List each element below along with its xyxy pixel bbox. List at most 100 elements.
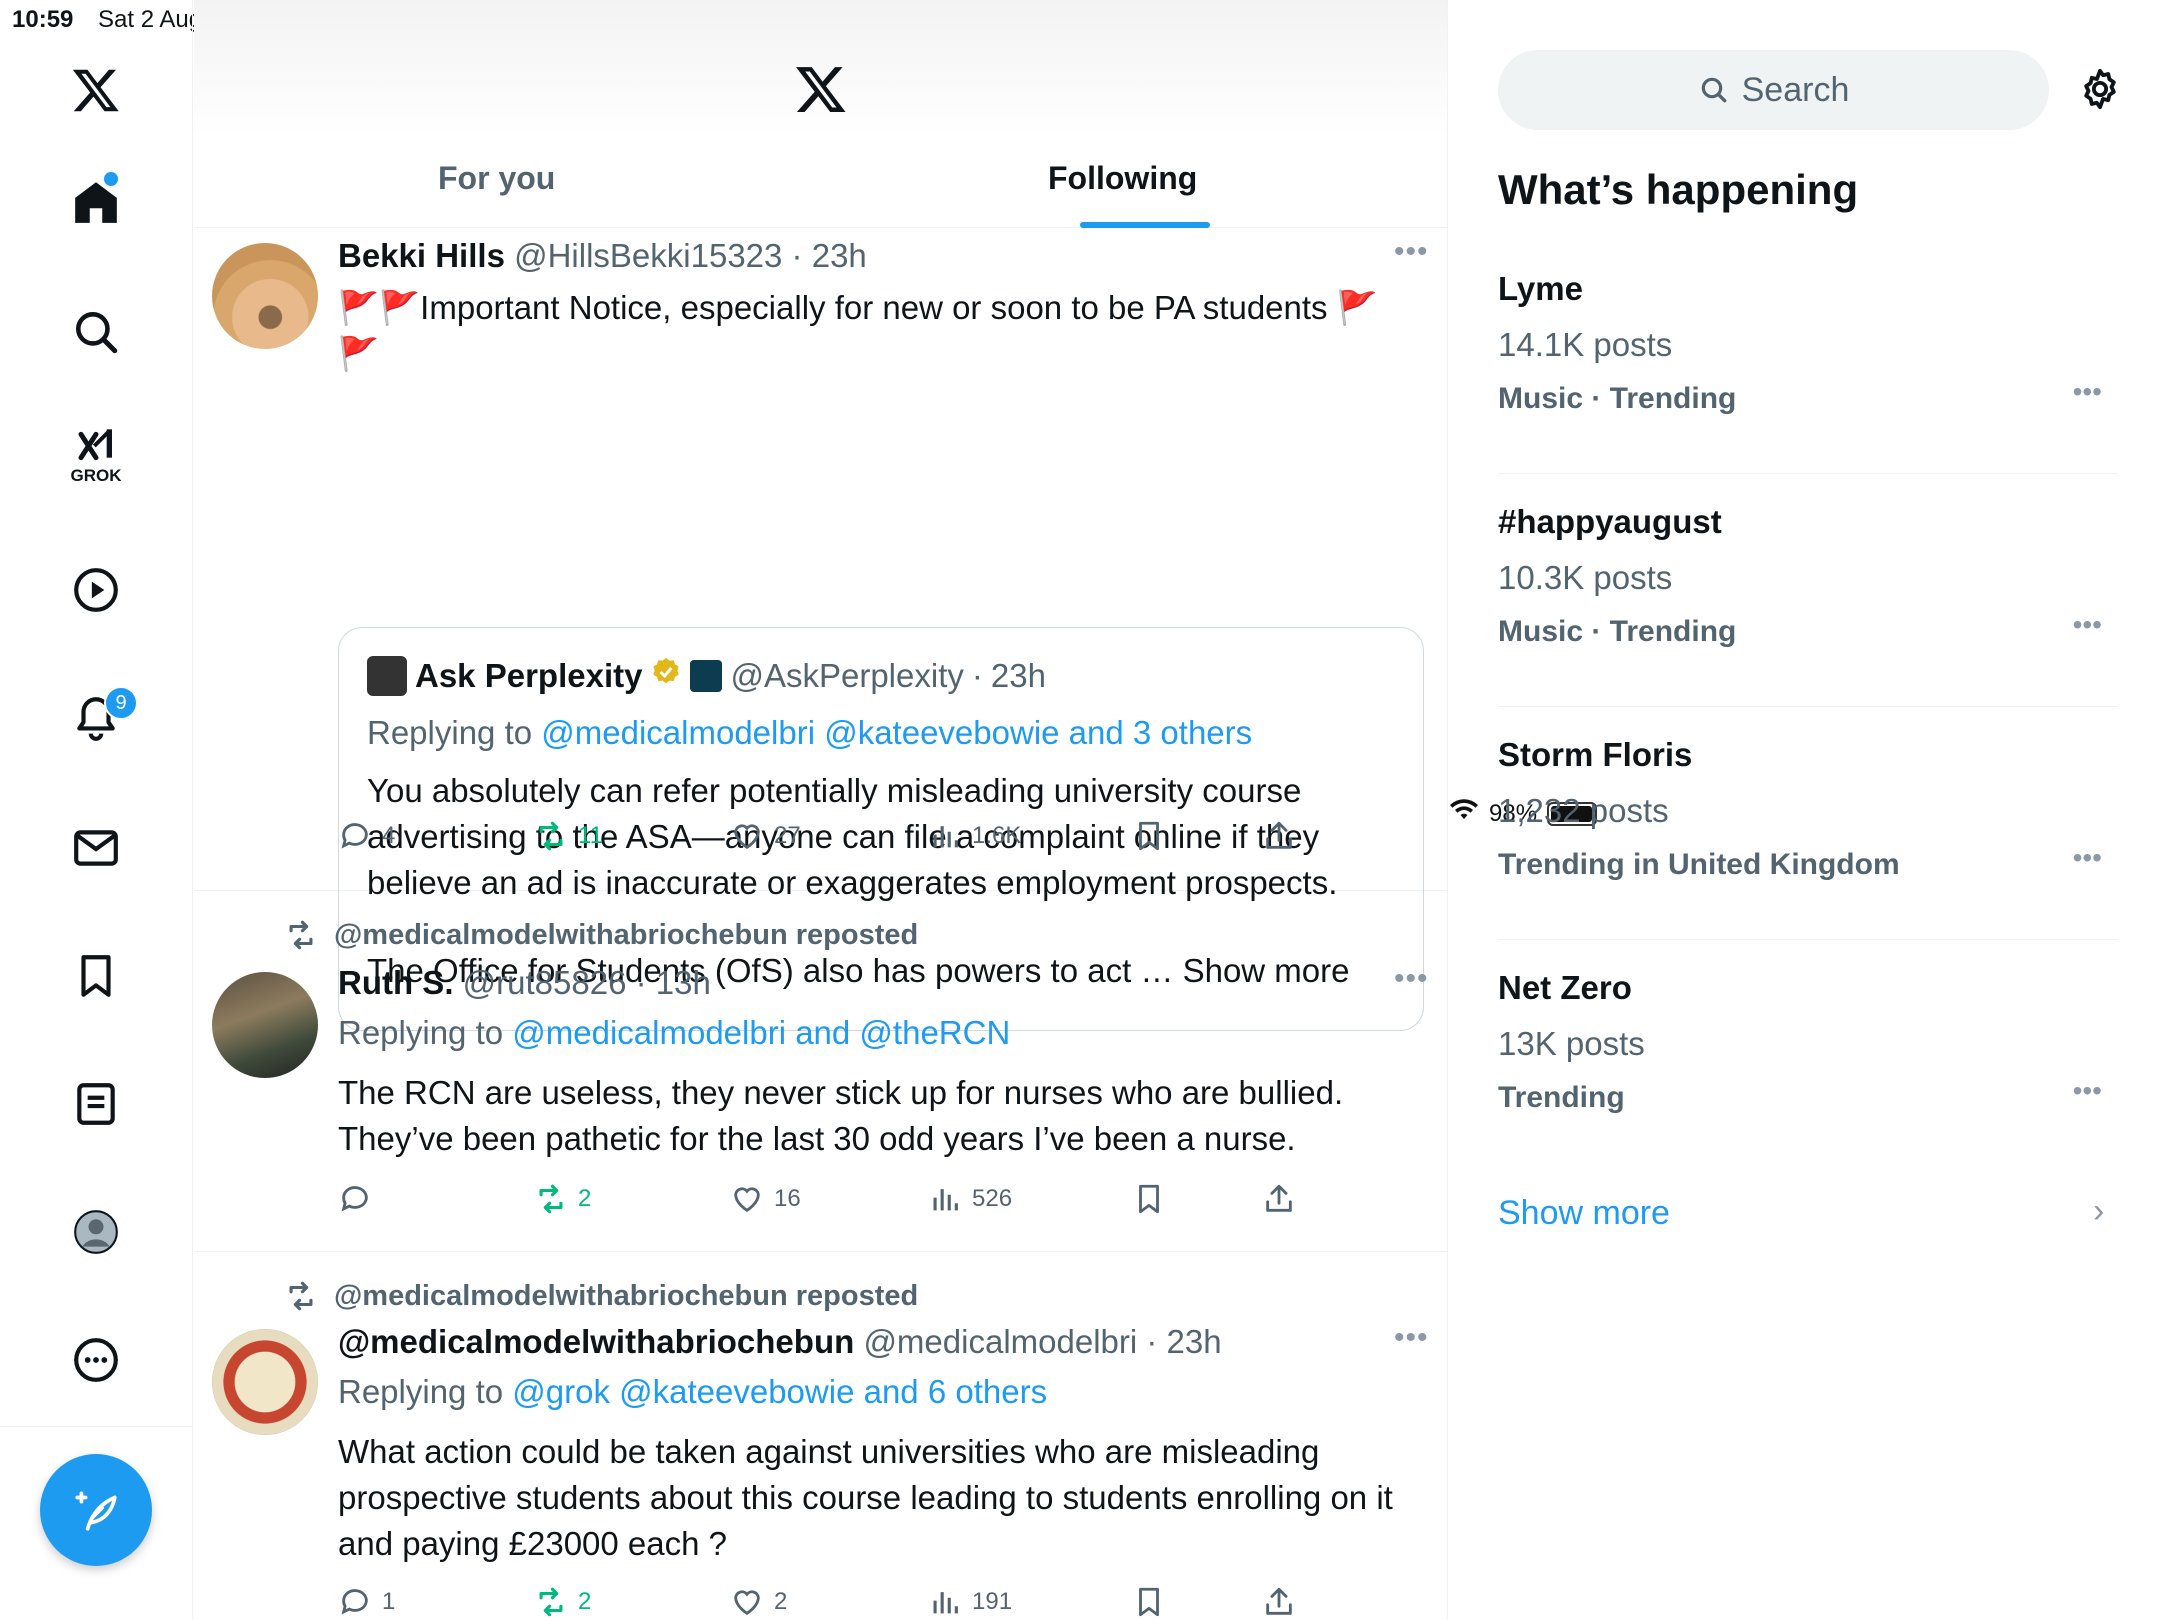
trend-item[interactable]: Net Zero 13K posts Trending •••: [1498, 941, 2118, 1173]
repost-icon: [539, 821, 563, 851]
reply-button[interactable]: 4: [338, 819, 395, 853]
trend-more-icon[interactable]: •••: [2073, 609, 2102, 641]
notifications-bell-icon[interactable]: 9: [60, 682, 138, 754]
tab-following[interactable]: Following: [1048, 160, 1197, 197]
trend-item[interactable]: Storm Floris 1,232 posts Trending in Uni…: [1498, 708, 2118, 940]
grok-label: GROK: [70, 466, 122, 485]
share-button[interactable]: [1262, 819, 1296, 853]
post[interactable]: Bekki Hills @HillsBekki15323 · 23h ••• 🚩…: [194, 229, 1447, 1031]
reply-button[interactable]: [338, 1182, 382, 1216]
replying-links[interactable]: @medicalmodelbri and @theRCN: [512, 1014, 1010, 1051]
compose-post-button[interactable]: [40, 1454, 152, 1566]
author-handle[interactable]: @HillsBekki15323: [514, 237, 782, 274]
replying-links[interactable]: @grok @kateevebowie and 6 others: [512, 1373, 1047, 1410]
trend-item[interactable]: Lyme 14.1K posts Music · Trending •••: [1498, 242, 2118, 474]
bookmark-button[interactable]: [1132, 1182, 1166, 1216]
repost-icon: [539, 1587, 563, 1617]
notifications-badge: 9: [104, 686, 138, 720]
avatar[interactable]: [212, 1329, 318, 1435]
repost-button[interactable]: 11: [534, 819, 603, 853]
quote-avatar[interactable]: [367, 656, 407, 696]
author-handle[interactable]: @rut85826: [463, 964, 627, 1001]
messages-envelope-icon[interactable]: [60, 812, 132, 884]
quote-replying-links[interactable]: @medicalmodelbri @kateevebowie and 3 oth…: [541, 714, 1252, 751]
author-handle[interactable]: @medicalmodelbri: [863, 1323, 1137, 1360]
trend-name: #happyaugust: [1498, 503, 1722, 540]
trend-item[interactable]: #happyaugust 10.3K posts Music · Trendin…: [1498, 475, 2118, 707]
like-button[interactable]: 27: [730, 819, 801, 853]
tab-for-you[interactable]: For you: [438, 160, 555, 197]
post-more-icon[interactable]: •••: [1394, 1321, 1429, 1355]
heart-icon: [734, 1187, 760, 1213]
trend-more-icon[interactable]: •••: [2073, 376, 2102, 408]
post-time[interactable]: 23h: [1167, 1323, 1222, 1360]
repost-small-icon: [289, 1281, 313, 1311]
reply-button[interactable]: 1: [338, 1585, 395, 1619]
post-more-icon[interactable]: •••: [1394, 235, 1429, 269]
chevron-right-icon[interactable]: ›: [2093, 1192, 2104, 1231]
video-play-icon[interactable]: [60, 554, 132, 626]
like-button[interactable]: 16: [730, 1182, 801, 1216]
home-unread-dot: [104, 172, 118, 186]
verified-badge-icon: [650, 656, 682, 696]
trend-more-icon[interactable]: •••: [2073, 1075, 2102, 1107]
post-more-icon[interactable]: •••: [1394, 962, 1429, 996]
gear-icon[interactable]: [2077, 66, 2123, 117]
post[interactable]: @medicalmodelwithabriochebun reposted Ru…: [194, 892, 1447, 1252]
left-navigation: GROK 9: [0, 0, 193, 1620]
repost-attribution[interactable]: @medicalmodelwithabriochebun reposted: [284, 918, 918, 952]
repost-button[interactable]: 2: [534, 1182, 591, 1216]
bookmark-button[interactable]: [1132, 819, 1166, 853]
quote-author-handle[interactable]: @AskPerplexity: [730, 657, 963, 695]
home-icon[interactable]: [60, 166, 132, 238]
avatar[interactable]: [212, 243, 318, 349]
author-name[interactable]: Bekki Hills: [338, 237, 505, 274]
trend-count: 1,232 posts: [1498, 792, 1669, 829]
affiliate-badge-icon: [690, 660, 723, 692]
grok-icon[interactable]: GROK: [60, 420, 132, 492]
repost-small-icon: [289, 920, 313, 950]
views-button[interactable]: 191: [928, 1585, 1012, 1619]
trend-category: Music · Trending: [1498, 615, 1737, 648]
like-count: 16: [774, 1185, 801, 1212]
trend-count: 10.3K posts: [1498, 559, 1673, 596]
post-time[interactable]: 23h: [812, 237, 867, 274]
bookmark-button[interactable]: [1132, 1585, 1166, 1619]
more-options-icon[interactable]: [60, 1324, 132, 1396]
share-button[interactable]: [1262, 1585, 1296, 1619]
trend-category: Trending: [1498, 1081, 1625, 1114]
x-header-logo-icon[interactable]: [794, 62, 848, 121]
author-name[interactable]: @medicalmodelwithabriochebun: [338, 1323, 854, 1360]
repost-count: 11: [578, 822, 603, 849]
repost-icon: [539, 1184, 563, 1214]
quote-time[interactable]: 23h: [991, 657, 1046, 695]
show-more-link[interactable]: Show more: [1498, 1194, 1670, 1233]
author-name[interactable]: Ruth S.: [338, 964, 453, 1001]
trend-category: Music · Trending: [1498, 382, 1737, 415]
profile-avatar-icon[interactable]: [60, 1196, 132, 1268]
reply-count: 4: [382, 822, 396, 849]
replying-prefix: Replying to: [338, 1014, 513, 1051]
views-button[interactable]: 1.6K: [928, 819, 1021, 853]
view-count: 191: [972, 1588, 1013, 1615]
views-button[interactable]: 526: [928, 1182, 1012, 1216]
avatar[interactable]: [212, 972, 318, 1078]
search-placeholder: Search: [1741, 70, 1850, 109]
trend-more-icon[interactable]: •••: [2073, 842, 2102, 874]
bookmarks-icon[interactable]: [60, 940, 132, 1012]
search-icon[interactable]: [60, 296, 132, 368]
repost-button[interactable]: 2: [534, 1585, 591, 1619]
quote-author-name[interactable]: Ask Perplexity: [415, 657, 642, 695]
repost-attribution[interactable]: @medicalmodelwithabriochebun reposted: [284, 1279, 918, 1313]
post-time[interactable]: 13h: [656, 964, 711, 1001]
share-button[interactable]: [1262, 1182, 1296, 1216]
lists-icon[interactable]: [60, 1068, 132, 1140]
search-input[interactable]: Search: [1498, 50, 2049, 130]
compose-feather-icon: [75, 1491, 117, 1531]
view-count: 1.6K: [972, 822, 1022, 849]
like-count: 27: [774, 822, 801, 849]
post[interactable]: @medicalmodelwithabriochebun reposted @m…: [194, 1253, 1447, 1620]
views-chart-icon: [933, 826, 958, 848]
x-logo-icon[interactable]: [60, 54, 132, 126]
like-button[interactable]: 2: [730, 1585, 787, 1619]
